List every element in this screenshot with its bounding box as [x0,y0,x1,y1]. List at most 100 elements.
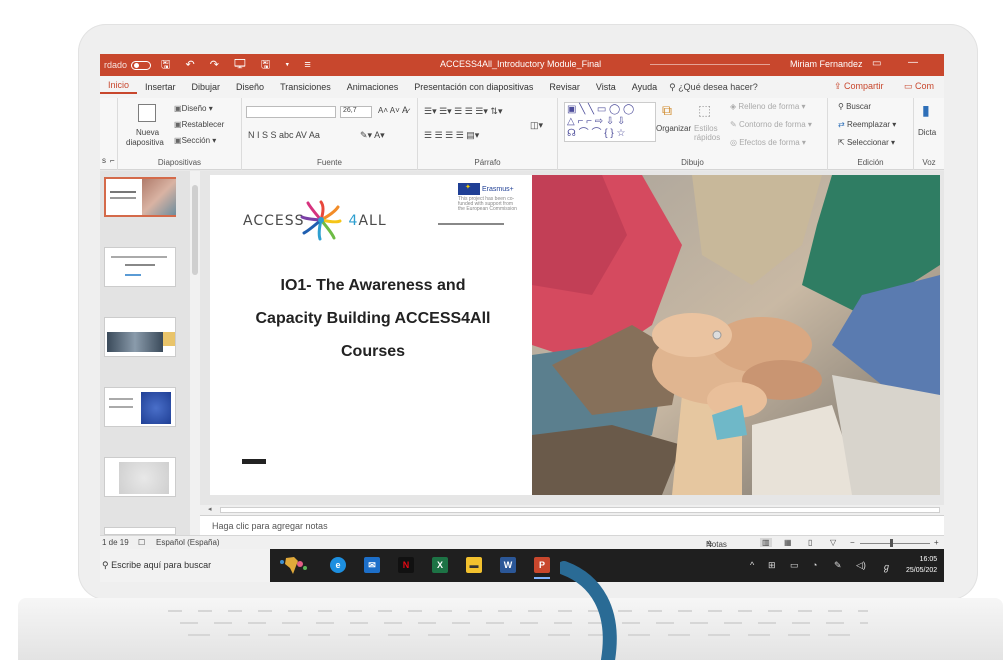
thumbnail-scroll-handle[interactable] [192,185,198,275]
horizontal-scrollbar[interactable]: ◂ [200,505,944,515]
layout-button[interactable]: ▣ Diseño ▾ [174,104,213,113]
shape-fill-label: Relleno de forma [738,102,800,111]
slide-thumbnail[interactable] [104,247,176,287]
horizontal-scroll-track[interactable] [220,507,940,513]
language-indicator[interactable]: Español (España) [156,538,220,547]
tell-me-search[interactable]: ⚲ ¿Qué desea hacer? [669,82,758,93]
tray-pen-icon[interactable]: ✎ [834,560,842,571]
user-name[interactable]: Miriam Fernandez [790,59,863,69]
reset-button[interactable]: ▣ Restablecer [174,120,224,129]
slide-sorter-icon[interactable]: ▦ [784,538,792,547]
tray-network-icon[interactable]: ⊞ [768,560,776,571]
shape-outline-button[interactable]: ✎ Contorno de forma ▾ [730,120,812,129]
tab-diseno[interactable]: Diseño [228,82,272,92]
tab-dibujar[interactable]: Dibujar [184,82,229,92]
tab-revisar[interactable]: Revisar [541,82,588,92]
zoom-out-icon[interactable]: − [850,538,855,547]
clear-format-icon[interactable]: A̷ [402,105,408,115]
minimize-icon[interactable]: — [908,57,918,68]
select-button[interactable]: ⇱ Seleccionar ▾ [838,138,895,147]
quick-access-toolbar[interactable]: 🖫 ↶ ↷ 🖵 🖫 ▾ ≡ [161,56,317,75]
word-icon[interactable]: W [500,557,516,573]
slide-thumbnail[interactable] [104,457,176,497]
share-label: Compartir [844,81,884,91]
tray-battery-icon[interactable]: ▭ [790,560,799,571]
tab-insertar[interactable]: Insertar [137,82,184,92]
reading-view-icon[interactable]: ▯ [808,538,812,547]
accessibility-icon[interactable]: ☐ [138,538,145,547]
scroll-left-icon[interactable]: ◂ [208,505,212,513]
share-button[interactable]: ⇪ Compartir [834,81,884,92]
comments-button[interactable]: ▭ Com [904,81,934,92]
slide-thumbnail[interactable] [104,387,176,427]
search-icon: ⚲ [669,81,679,92]
slideshow-icon[interactable]: ▽ [830,538,836,547]
slide-thumbnail[interactable] [104,177,176,217]
file-explorer-icon[interactable]: ▬ [466,557,482,573]
current-slide[interactable]: ACCESS4ALL Erasmu [210,175,940,495]
tab-inicio[interactable]: Inicio [100,80,138,94]
select-label: Seleccionar [846,138,889,147]
list-buttons[interactable]: ☰▾ ☰▾ ☰ ☰ ☰▾ ⇅▾ [424,106,502,117]
thumbnail-scrollbar[interactable] [190,171,200,535]
new-slide-button[interactable]: Nueva [136,128,159,137]
thumbnail-map [119,462,169,494]
tray-overflow-icon[interactable]: ^ [750,560,754,570]
slide-title-panel: ACCESS4ALL Erasmu [210,175,532,495]
ribbon-display-icon[interactable]: ▭ [872,58,881,69]
ribbon: s ⌐ Nueva diapositiva ▣ Diseño ▾ ▣ Resta… [100,98,944,170]
reset-label: Restablecer [181,120,225,129]
microphone-icon: ▮ [922,102,930,118]
replace-button[interactable]: ⇄ Reemplazar ▾ [838,120,896,129]
highlight-color-icon[interactable]: ✎▾ A▾ [360,130,385,141]
font-size-select[interactable]: 26,7 [340,106,372,118]
ribbon-group-clipboard: s ⌐ [100,98,118,170]
tab-transiciones[interactable]: Transiciones [272,82,339,92]
font-group-label: Fuente [317,158,342,167]
arrange-button[interactable]: Organizar [656,124,691,133]
shapes-gallery[interactable]: ▣ ╲ ╲ ▭ ◯ ◯ △ ⌐ ⌐ ⇨ ⇩ ⇩ ☊ ⌒ ⌒ { } ☆ [564,102,656,142]
slide-counter: 1 de 19 [102,538,129,547]
zoom-slider-handle[interactable] [890,539,893,547]
tab-vista[interactable]: Vista [588,82,624,92]
shape-outline-label: Contorno de forma [738,120,806,129]
tab-animaciones[interactable]: Animaciones [339,82,407,92]
zoom-slider[interactable] [860,543,930,544]
slide-thumbnail[interactable] [104,317,176,357]
edge-icon[interactable]: e [330,557,346,573]
taskbar-clock[interactable]: 16:05 25/05/202 [906,554,937,576]
new-slide-button-line2[interactable]: diapositiva [126,138,164,147]
tab-presentacion[interactable]: Presentación con diapositivas [406,82,541,92]
excel-icon[interactable]: X [432,557,448,573]
font-family-select[interactable] [246,106,336,118]
voice-group-label: Voz [922,158,936,167]
ribbon-group-voice: ▮ Dicta Voz [914,98,944,170]
mail-icon[interactable]: ✉ [364,557,380,573]
autosave-toggle[interactable] [131,60,152,70]
tray-language-icon[interactable]: ℊ [882,560,891,573]
shape-fill-button[interactable]: ◈ Relleno de forma ▾ [730,102,806,111]
taskbar-search[interactable]: ⚲ Escribe aquí para buscar [100,549,270,582]
shape-effects-button[interactable]: ◎ Efectos de forma ▾ [730,138,806,147]
slide-title[interactable]: IO1- The Awareness and Capacity Building… [238,269,508,368]
zoom-in-icon[interactable]: + [934,538,939,547]
find-button[interactable]: ⚲ Buscar [838,102,871,111]
slide-thumbnail[interactable] [104,527,176,535]
dictate-button[interactable]: Dicta [918,128,936,137]
tab-ayuda[interactable]: Ayuda [624,82,665,92]
netflix-icon[interactable]: N [398,557,414,573]
section-button[interactable]: ▣ Sección ▾ [174,136,216,145]
notes-pane[interactable]: Haga clic para agregar notas [200,515,944,535]
taskbar-search-placeholder: Escribe aquí para buscar [111,560,212,570]
tray-wifi-icon[interactable]: ◔ [812,560,817,570]
powerpoint-icon[interactable]: P [534,557,550,579]
quick-styles-button[interactable]: Estilos rápidos [694,124,728,142]
align-buttons[interactable]: ☰ ☰ ☰ ☰ ▤▾ [424,130,479,141]
normal-view-icon[interactable]: ▥ [760,538,772,547]
africa-map-icon[interactable] [278,556,308,576]
grow-shrink-buttons[interactable]: A˄ A˅ [378,106,400,115]
columns-icon[interactable]: ◫▾ [530,120,543,131]
tray-volume-icon[interactable]: ◁) [856,560,866,571]
clipboard-launcher-icon[interactable]: ⌐ [110,156,115,165]
font-format-buttons[interactable]: N I S S abc AV Aa [248,130,320,140]
